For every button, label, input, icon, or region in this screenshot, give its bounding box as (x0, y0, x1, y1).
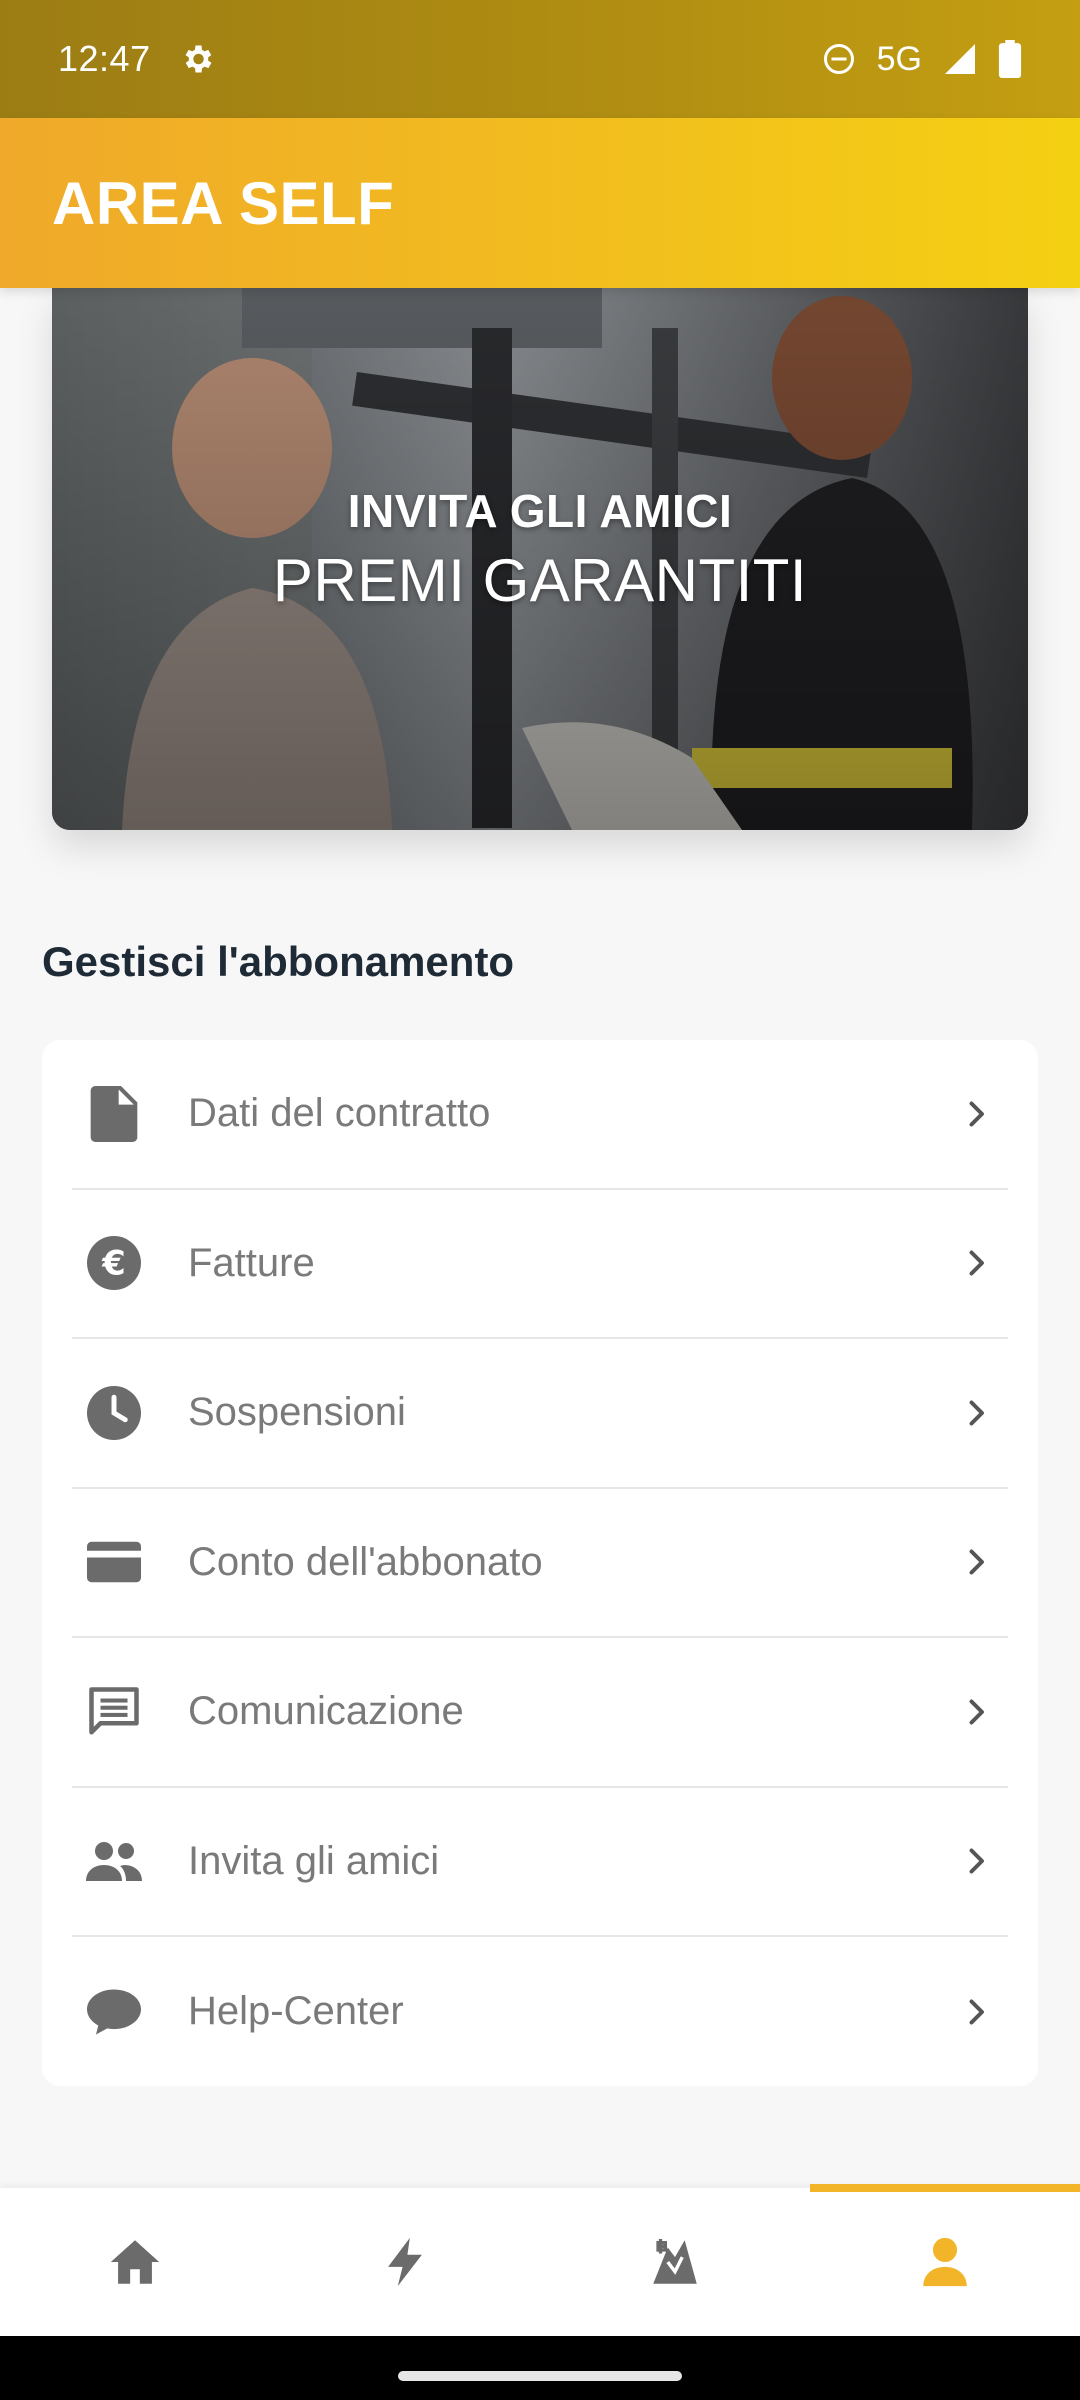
banner-text: INVITA GLI AMICI PREMI GARANTITI (52, 484, 1028, 615)
euro-icon: € (86, 1235, 142, 1291)
document-icon (86, 1085, 142, 1142)
status-bar: 12:47 5G (0, 0, 1080, 118)
menu-item-communication[interactable]: Comunicazione (72, 1638, 1008, 1788)
clock-icon (86, 1385, 142, 1441)
chevron-right-icon (969, 1848, 984, 1874)
app-header: AREA SELF (0, 118, 1080, 288)
chevron-right-icon (969, 1699, 984, 1725)
menu-item-label: Sospensioni (188, 1390, 406, 1435)
promo-banner[interactable]: INVITA GLI AMICI PREMI GARANTITI (52, 288, 1028, 830)
svg-text:€: € (101, 1244, 125, 1283)
nav-home[interactable] (0, 2188, 270, 2336)
home-icon (110, 2240, 160, 2284)
lightning-icon (388, 2237, 422, 2287)
status-time: 12:47 (58, 38, 151, 79)
do-not-disturb-icon (823, 44, 854, 74)
menu-item-label: Invita gli amici (188, 1838, 440, 1883)
system-navigation-bar (0, 2336, 1080, 2400)
chevron-right-icon (969, 1400, 984, 1426)
battery-icon (998, 40, 1022, 78)
banner-subheadline: PREMI GARANTITI (272, 547, 808, 614)
profile-icon (923, 2237, 967, 2287)
banner-headline: INVITA GLI AMICI (347, 485, 733, 537)
home-gesture-handle[interactable] (398, 2371, 682, 2381)
nav-profile[interactable] (810, 2184, 1080, 2336)
message-icon (86, 1684, 142, 1740)
menu-item-contract-data[interactable]: Dati del contratto (72, 1040, 1008, 1190)
subscription-menu: Dati del contratto € Fatture Sospensioni… (42, 1040, 1038, 2086)
section-title: Gestisci l'abbonamento (42, 938, 515, 985)
network-type: 5G (876, 39, 922, 78)
signal-icon (945, 44, 975, 74)
nav-activity[interactable] (270, 2188, 540, 2336)
bottom-navigation (0, 2184, 1080, 2336)
menu-item-label: Dati del contratto (188, 1091, 491, 1136)
menu-item-invoices[interactable]: € Fatture (72, 1190, 1008, 1339)
menu-item-label: Conto dell'abbonato (188, 1539, 543, 1584)
chat-bubble-icon (86, 1984, 142, 2040)
menu-item-subscriber-account[interactable]: Conto dell'abbonato (72, 1489, 1008, 1638)
sport-icon (653, 2239, 697, 2284)
menu-item-suspensions[interactable]: Sospensioni (72, 1339, 1008, 1489)
menu-item-invite-friends[interactable]: Invita gli amici (72, 1788, 1008, 1937)
menu-item-label: Help-Center (188, 1989, 404, 2034)
chevron-right-icon (969, 1999, 984, 2025)
chevron-right-icon (969, 1549, 984, 1575)
chevron-right-icon (969, 1250, 984, 1276)
menu-item-help-center[interactable]: Help-Center (72, 1937, 1008, 2087)
settings-gear-icon (185, 45, 211, 73)
page-title: AREA SELF (52, 169, 395, 237)
menu-item-label: Comunicazione (188, 1689, 464, 1734)
credit-card-icon (86, 1534, 142, 1590)
menu-item-label: Fatture (188, 1240, 315, 1285)
people-icon (86, 1833, 142, 1889)
nav-sport[interactable] (540, 2188, 810, 2336)
active-tab-indicator (810, 2184, 1080, 2192)
chevron-right-icon (969, 1101, 984, 1127)
status-indicators: 5G (821, 40, 1022, 79)
